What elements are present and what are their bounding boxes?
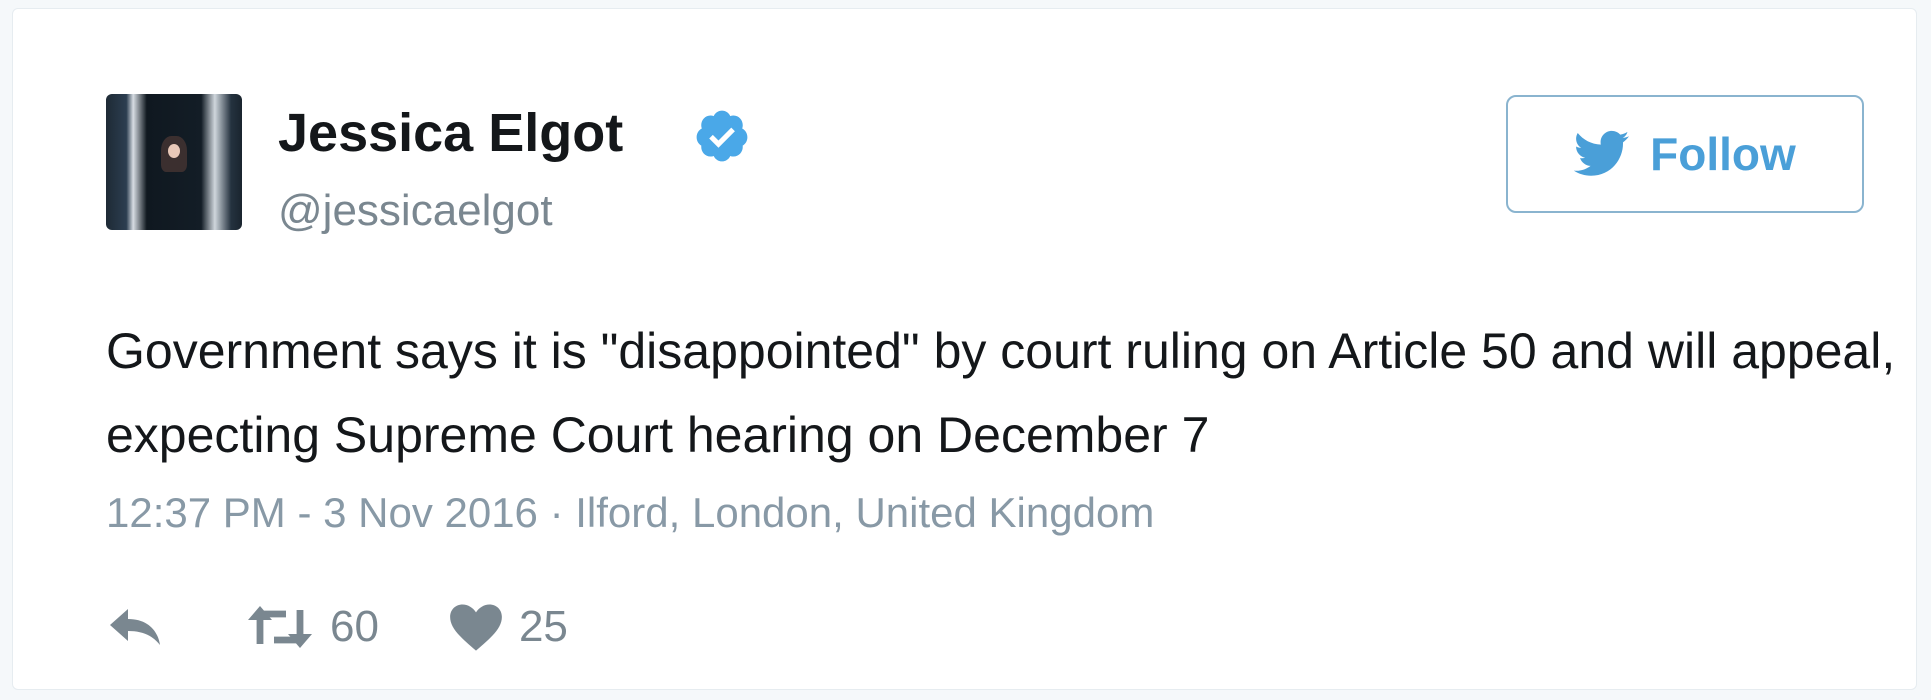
reply-button[interactable]	[106, 605, 166, 649]
like-button[interactable]: 25	[449, 602, 568, 652]
retweet-icon	[248, 606, 312, 648]
tweet-text: Government says it is "disappointed" by …	[106, 323, 1896, 463]
meta-separator: ·	[549, 489, 564, 536]
author-display-name[interactable]: Jessica Elgot	[278, 106, 623, 160]
tweet-actions: 60 25	[106, 599, 568, 655]
tweet-card: Jessica Elgot @jessicaelgot Follow Gover…	[12, 8, 1917, 690]
author-handle[interactable]: @jessicaelgot	[278, 189, 553, 233]
like-count: 25	[518, 602, 568, 651]
avatar-face	[168, 144, 180, 158]
heart-icon	[450, 604, 502, 651]
author-avatar[interactable]	[106, 94, 242, 230]
follow-button-label: Follow	[1650, 128, 1796, 180]
reply-icon	[110, 609, 160, 645]
verified-badge-icon	[696, 110, 748, 162]
twitter-bird-icon	[1574, 130, 1630, 176]
retweet-count: 60	[330, 602, 379, 651]
follow-button[interactable]: Follow	[1506, 95, 1864, 213]
retweet-button[interactable]: 60	[246, 602, 379, 652]
tweet-location[interactable]: Ilford, London, United Kingdom	[575, 489, 1154, 536]
tweet-meta: 12:37 PM - 3 Nov 2016 · Ilford, London, …	[106, 492, 1154, 534]
tweet-timestamp[interactable]: 12:37 PM - 3 Nov 2016	[106, 489, 538, 536]
